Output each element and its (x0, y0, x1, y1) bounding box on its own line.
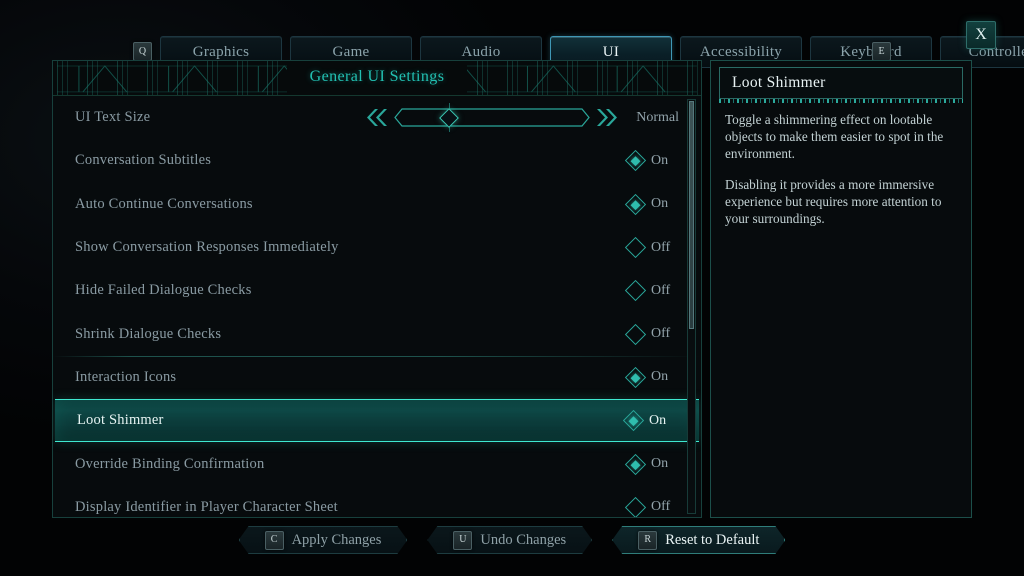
setting-control[interactable]: Off (583, 236, 679, 259)
setting-label: Interaction Icons (75, 368, 177, 385)
toggle-value: Off (651, 239, 671, 255)
button-label: Apply Changes (291, 531, 382, 548)
next-tab-key-hint[interactable]: E (872, 42, 891, 61)
prev-tab-key-hint[interactable]: Q (133, 42, 152, 61)
info-description: Toggle a shimmering effect on lootable o… (725, 111, 959, 241)
setting-row[interactable]: Interaction Icons On (53, 355, 701, 399)
info-title: Loot Shimmer (732, 74, 826, 91)
setting-control[interactable]: Off (583, 496, 679, 517)
setting-row[interactable]: UI Text Size Normal (53, 96, 701, 139)
slider-decrease-icon[interactable] (364, 108, 388, 127)
toggle-value: On (649, 412, 667, 428)
toggle-on-icon[interactable] (624, 150, 647, 172)
close-button[interactable]: X (966, 21, 996, 49)
toggle-off-icon[interactable] (624, 323, 647, 345)
info-panel: Loot Shimmer Toggle a shimmering effect … (710, 60, 972, 518)
slider-increase-icon[interactable] (596, 108, 620, 127)
setting-control[interactable]: Off (583, 323, 679, 345)
toggle-value: On (651, 456, 669, 472)
settings-screen: Q Graphics Game Audio UI Accessibility Keyboa… (0, 0, 1024, 576)
toggle-off-icon[interactable] (624, 496, 647, 517)
apply-changes-button[interactable]: C Apply Changes (239, 526, 408, 554)
toggle-on-icon[interactable] (624, 453, 647, 475)
setting-control[interactable]: On (583, 453, 679, 475)
setting-label: Auto Continue Conversations (75, 195, 253, 212)
setting-label: UI Text Size (75, 109, 151, 126)
slider-track-outline-icon (394, 108, 591, 127)
settings-list-viewport: UI Text Size Normal Conversation Subtitles… (53, 96, 701, 517)
toggle-off-icon[interactable] (624, 236, 647, 259)
key-hint: U (453, 530, 473, 550)
info-paragraph: Disabling it provides a more immersive e… (725, 177, 942, 226)
toggle-value: Off (651, 326, 671, 342)
setting-label: Override Binding Confirmation (75, 455, 265, 472)
settings-scrollbar-thumb[interactable] (689, 101, 694, 329)
ui-text-size-slider[interactable]: Normal (364, 103, 679, 133)
setting-row[interactable]: Auto Continue Conversations On (53, 183, 701, 226)
panel-header: General UI Settings (53, 61, 701, 96)
setting-label: Conversation Subtitles (75, 152, 212, 169)
toggle-off-icon[interactable] (624, 280, 647, 302)
setting-control[interactable]: Off (583, 280, 679, 302)
info-title-box: Loot Shimmer (719, 67, 963, 99)
toggle-value: Off (651, 282, 671, 298)
key-hint: R (638, 530, 658, 550)
setting-label: Shrink Dialogue Checks (75, 325, 222, 342)
setting-control[interactable]: On (583, 366, 679, 389)
setting-row[interactable]: Shrink Dialogue Checks Off (53, 312, 701, 355)
toggle-value: On (651, 152, 669, 168)
button-label: Reset to Default (665, 531, 760, 548)
settings-scrollbar-track[interactable] (687, 99, 696, 514)
settings-list: UI Text Size Normal Conversation Subtitles… (53, 96, 701, 517)
setting-row[interactable]: Hide Failed Dialogue Checks Off (53, 269, 701, 312)
button-label: Undo Changes (480, 531, 567, 548)
setting-label: Display Identifier in Player Character S… (75, 498, 338, 515)
setting-label: Loot Shimmer (77, 412, 164, 429)
info-divider (719, 99, 963, 103)
setting-row[interactable]: Override Binding Confirmation On (53, 442, 701, 485)
reset-to-default-button[interactable]: R Reset to Default (612, 526, 785, 554)
tab-bar: Q Graphics Game Audio UI Accessibility Keyboa… (0, 18, 1024, 68)
toggle-on-icon[interactable] (624, 366, 647, 389)
setting-label: Hide Failed Dialogue Checks (75, 282, 252, 299)
slider-value: Normal (636, 109, 679, 125)
setting-row[interactable]: Loot Shimmer On (55, 399, 699, 443)
info-paragraph: Toggle a shimmering effect on lootable o… (725, 112, 944, 161)
toggle-value: Off (651, 499, 671, 515)
setting-row[interactable]: Conversation Subtitles On (53, 139, 701, 182)
toggle-value: On (651, 369, 669, 385)
setting-row[interactable]: Show Conversation Responses Immediately O… (53, 226, 701, 269)
setting-control[interactable]: Normal (364, 103, 679, 133)
key-hint: C (264, 530, 284, 550)
setting-row[interactable]: Display Identifier in Player Character S… (53, 486, 701, 517)
toggle-on-icon[interactable] (622, 410, 645, 432)
slider-track[interactable] (394, 103, 591, 133)
setting-control[interactable]: On (581, 410, 677, 432)
settings-panel: General UI Settings UI Text Size Normal Co… (52, 60, 702, 518)
action-bar: C Apply Changes U Undo Changes R Reset to Def… (0, 524, 1024, 556)
setting-label: Show Conversation Responses Immediately (75, 239, 339, 256)
toggle-value: On (651, 196, 669, 212)
setting-control[interactable]: On (583, 193, 679, 215)
undo-changes-button[interactable]: U Undo Changes (427, 526, 592, 554)
panel-title: General UI Settings (309, 68, 445, 85)
setting-control[interactable]: On (583, 150, 679, 172)
toggle-on-icon[interactable] (624, 193, 647, 215)
